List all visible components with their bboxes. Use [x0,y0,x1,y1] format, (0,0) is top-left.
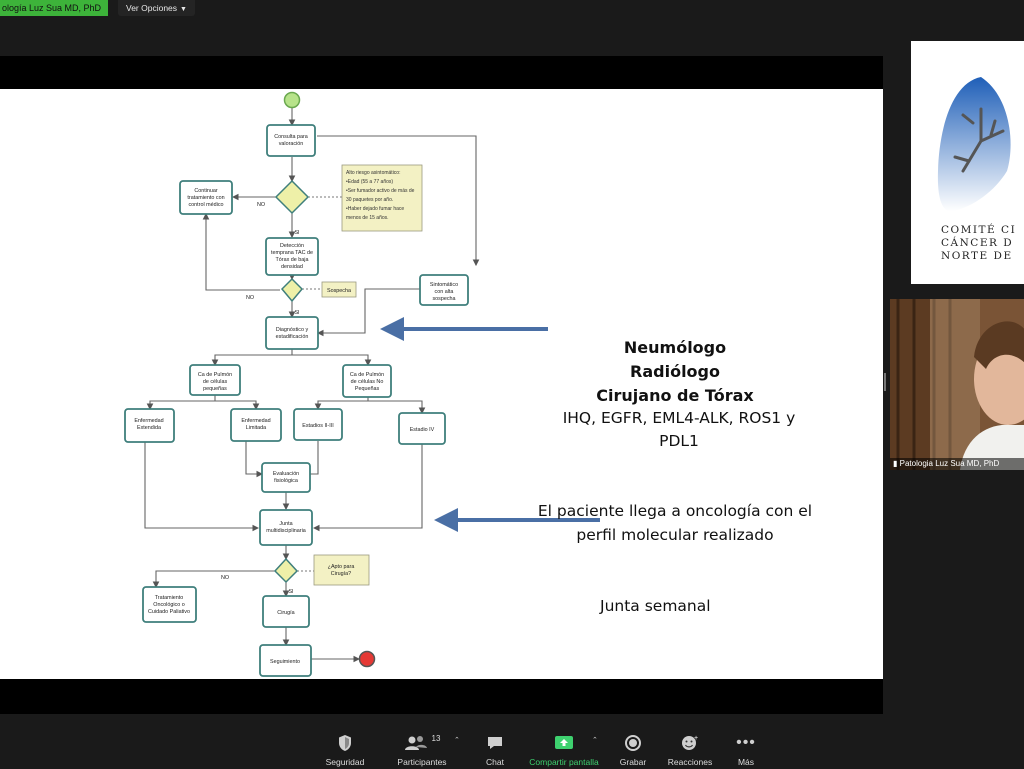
label-estadio-iv: Estadio IV [410,427,435,433]
svg-text:+: + [694,735,698,742]
label-diagnostico: Diagnóstico y estadificación [276,327,309,340]
shield-icon [322,732,368,754]
participants-icon: 13 [392,732,452,754]
start-node [283,91,301,109]
role-radiologo: Radiólogo [630,362,720,381]
security-button[interactable]: Seguridad [322,732,368,768]
node-diagnostico [265,316,319,350]
record-icon [616,732,650,754]
caret-up-icon[interactable]: ⌃ [592,736,598,744]
label-cirugia: Cirugía [277,610,294,616]
decision-2 [280,277,304,303]
label-no-3: NO [221,575,229,581]
panel-resize-handle[interactable] [884,373,886,391]
more-button[interactable]: ••• Más [732,732,760,768]
label-si-1: SI [294,230,299,236]
share-screen-icon [526,732,602,754]
label-si-3: SI [288,589,293,595]
participant-name-label: ▮ Patologia Luz Sua MD, PhD [890,458,1024,470]
label-estadios: Estadios II-III [302,423,333,429]
slide: Consulta para valoración Continuar tratami… [0,89,883,679]
label-seguimiento: Seguimiento [270,659,300,665]
signal-icon: ▮ [893,459,898,468]
caret-up-icon[interactable]: ⌃ [454,736,460,744]
committee-name: COMITÉ CI CÁNCER D NORTE DE [941,224,1024,263]
end-node [358,650,376,668]
oncology-note-text: El paciente llega a oncología con el per… [537,502,813,544]
logo-line-3: NORTE DE [941,250,1013,262]
decision-3 [273,557,299,584]
more-label: Más [737,757,755,767]
junta-semanal-text: Junta semanal [600,597,711,615]
label-no-1: NO [257,202,265,208]
meeting-toolbar: Seguridad 13 Participantes ⌃ Chat Compar… [0,722,1024,769]
view-options-button[interactable]: Ver Opciones ▼ [118,0,195,16]
logo-line-2: CÁNCER D [941,237,1014,249]
chat-label: Chat [486,757,504,767]
chevron-down-icon: ▼ [180,6,187,13]
reactions-label: Reacciones [667,757,713,767]
view-options-label: Ver Opciones [126,3,178,13]
logo-line-1: COMITÉ CI [941,224,1017,236]
label-sospecha: Sospecha [327,288,351,294]
shared-screen: Consulta para valoración Continuar tratami… [0,56,883,714]
more-icon: ••• [736,734,756,751]
participant-video-feed [890,299,1024,470]
label-apto: ¿Apto para Cirugía? [328,564,355,577]
chat-button[interactable]: Chat [480,732,510,768]
label-consulta: Consulta para valoración [274,134,308,147]
participant-name: Patologia Luz Sua MD, PhD [899,459,1000,468]
security-label: Seguridad [325,757,365,767]
committee-logo-panel: COMITÉ CI CÁNCER D NORTE DE [911,41,1024,284]
label-evaluacion: Evaluación fisiológica [273,471,299,484]
reactions-icon: + [664,732,716,754]
role-neumologo: Neumólogo [623,338,727,357]
participant-video-tile[interactable]: ▮ Patologia Luz Sua MD, PhD [890,299,1024,470]
record-label: Grabar [619,757,647,767]
molecular-markers-text: IHQ, EGFR, EML4-ALK, ROS1 y PDL1 [562,409,796,450]
role-cirujano: Cirujano de Tórax [596,386,754,405]
label-ca-no-pequenas: Ca de Pulmón de células No Pequeñas [350,372,384,392]
participants-button[interactable]: 13 Participantes [392,732,452,768]
participants-count: 13 [431,733,441,743]
chat-icon [480,732,510,754]
participants-label: Participantes [397,757,447,767]
record-button[interactable]: Grabar [616,732,650,768]
label-si-2: SI [294,310,299,316]
decision-1 [274,179,310,215]
share-screen-label: Compartir pantalla [529,757,599,767]
reactions-button[interactable]: + Reacciones [664,732,716,768]
active-speaker-label: ología Luz Sua MD, PhD [0,0,108,16]
share-screen-button[interactable]: Compartir pantalla [526,732,602,768]
slide-roles: Neumólogo Radiólogo Cirujano de Tórax [560,336,790,408]
note-apto [313,554,370,586]
label-no-2: NO [246,295,254,301]
label-enf-extendida: Enfermedad Extendida [134,418,163,431]
